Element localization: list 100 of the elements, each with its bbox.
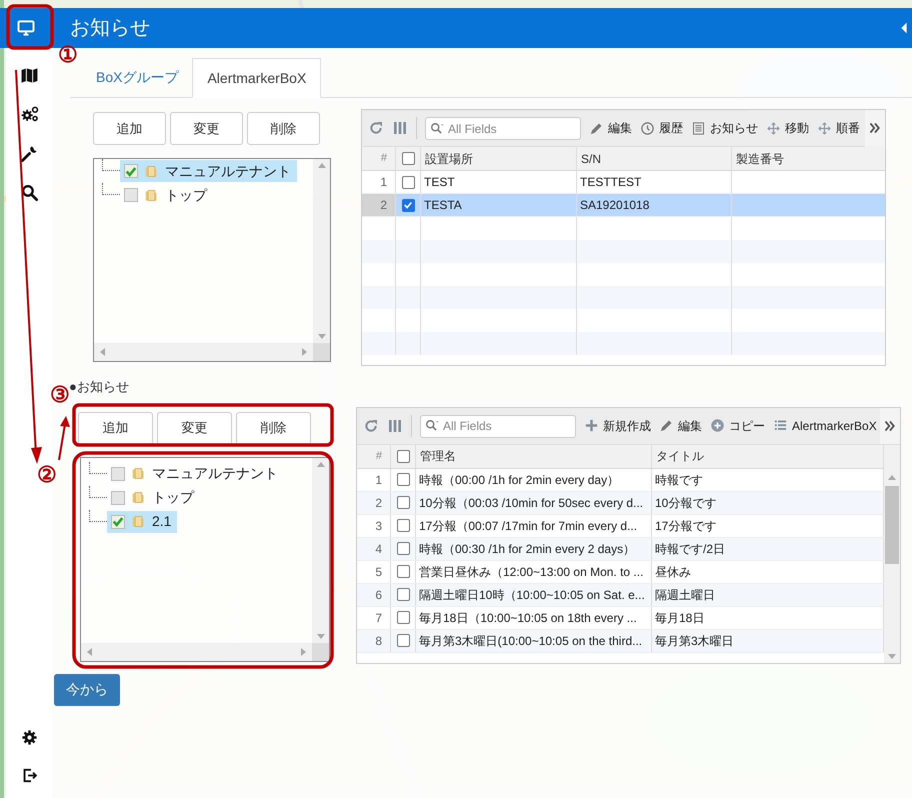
checkbox[interactable]	[124, 188, 138, 202]
table-row[interactable]: 8 毎月第3木曜日(10:00~10:05 on the third... 毎月第3木曜日	[357, 630, 884, 652]
toolbar-button[interactable]: お知らせ	[691, 119, 758, 137]
checkbox[interactable]	[396, 496, 410, 509]
folder-icon	[144, 164, 159, 178]
document-icon	[691, 120, 706, 136]
vertical-scrollbar[interactable]	[313, 159, 330, 343]
row-number: 4	[357, 538, 391, 560]
refresh-icon	[363, 418, 379, 434]
scroll-right-icon[interactable]	[301, 648, 306, 656]
table-cell-text: 隔週土曜日10時（10:00~10:05 on Sat. e...	[419, 586, 645, 604]
toolbar-button[interactable]: 編集	[589, 119, 632, 137]
now-button[interactable]: 今から	[54, 674, 120, 706]
checkbox[interactable]	[396, 611, 410, 624]
action-button[interactable]: 削除	[247, 112, 320, 145]
checkbox[interactable]	[111, 490, 125, 504]
table-cell-text: 営業日昼休み（12:00~13:00 on Mon. to ...	[419, 564, 644, 580]
scroll-right-icon[interactable]	[302, 348, 307, 356]
more-button[interactable]	[865, 110, 885, 146]
pencil-icon	[589, 120, 604, 136]
pencil-icon	[659, 418, 674, 433]
scroll-down-icon[interactable]	[318, 334, 326, 339]
refresh-button[interactable]	[363, 418, 379, 434]
scroll-up-icon[interactable]	[318, 163, 326, 168]
table-cell-text: 時報です	[655, 472, 703, 488]
tab[interactable]: AlertmarkerBoX	[192, 58, 322, 98]
checkbox[interactable]	[396, 565, 410, 578]
row-number: 8	[357, 630, 391, 652]
checkbox[interactable]	[402, 176, 414, 188]
table-row[interactable]: 2 10分報（00:03 /10min for 50sec every d... 10分報です	[357, 492, 884, 514]
toolbar-button[interactable]: 移動	[766, 119, 809, 137]
vertical-scrollbar[interactable]	[884, 444, 900, 662]
toolbar-button[interactable]: 編集	[659, 416, 702, 434]
checkbox[interactable]	[396, 634, 410, 647]
checkbox[interactable]	[402, 198, 414, 212]
search-icon	[430, 122, 444, 136]
table-cell-text: 毎月第3木曜日	[655, 632, 734, 650]
checkbox[interactable]	[111, 466, 125, 480]
tree-node[interactable]: トップ	[107, 486, 200, 508]
action-button[interactable]: 追加	[93, 112, 166, 145]
column-header: 管理名	[416, 444, 652, 468]
columns-button[interactable]	[392, 120, 408, 136]
checkbox[interactable]	[396, 588, 410, 601]
horizontal-scrollbar[interactable]	[81, 642, 312, 660]
table-cell-text: 隔週土曜日	[655, 586, 715, 604]
tree-node[interactable]: マニュアルテナント	[107, 462, 284, 484]
folder-icon	[144, 188, 159, 202]
table-row[interactable]: 1 TEST TESTTEST	[362, 171, 885, 194]
tree-node[interactable]: トップ	[120, 184, 213, 206]
action-button[interactable]: 変更	[170, 112, 243, 145]
checkbox[interactable]	[402, 152, 414, 165]
horizontal-scrollbar[interactable]	[94, 343, 313, 361]
action-button[interactable]: 変更	[157, 412, 232, 444]
scroll-down-icon[interactable]	[316, 634, 324, 638]
search-field[interactable]: All Fields	[420, 414, 576, 438]
more-button[interactable]	[880, 408, 900, 444]
scroll-up-icon[interactable]	[888, 474, 896, 480]
wrench-icon	[20, 144, 38, 163]
checkbox[interactable]	[396, 450, 410, 462]
checkbox[interactable]	[396, 519, 410, 532]
scroll-left-icon[interactable]	[100, 348, 105, 356]
checkbox[interactable]	[124, 164, 138, 178]
action-button[interactable]: 削除	[236, 412, 311, 444]
table-row[interactable]: 2 TESTA SA19201018	[362, 194, 885, 217]
table-row[interactable]: 7 毎月18日（10:00~10:05 on 18th every ... 毎月18日	[357, 606, 884, 630]
tab[interactable]: BoXグループ	[82, 57, 192, 97]
scroll-down-icon[interactable]	[888, 654, 896, 658]
row-number: 7	[357, 606, 391, 628]
page-title: お知らせ	[70, 16, 150, 41]
scroll-up-icon[interactable]	[316, 462, 324, 466]
tree-node[interactable]: マニュアルテナント	[120, 160, 297, 182]
toolbar-button[interactable]: コピー	[710, 416, 765, 434]
scroll-left-icon[interactable]	[87, 648, 92, 656]
checkbox[interactable]	[111, 514, 125, 528]
toolbar-button[interactable]: AlertmarkerBoX	[773, 416, 877, 434]
tree-node[interactable]: 2.1	[107, 510, 178, 532]
step-number: ③	[50, 384, 70, 406]
table-row[interactable]: 6 隔週土曜日10時（10:00~10:05 on Sat. e... 隔週土曜日	[357, 584, 884, 606]
table-row[interactable]: 5 営業日昼休み（12:00~13:00 on Mon. to ... 昼休み	[357, 560, 884, 584]
table-row[interactable]: 1 時報（00:00 /1h for 2min every day） 時報です	[357, 468, 884, 492]
table-row[interactable]: 3 17分報（00:07 /17min for 7min every d... 17分報です	[357, 514, 884, 538]
checkbox[interactable]	[396, 473, 410, 486]
table-row[interactable]: 4 時報（00:30 /1h for 2min every 2 days） 時報です/2日	[357, 538, 884, 560]
plus-circle-icon	[710, 418, 725, 433]
vertical-scrollbar[interactable]	[312, 458, 329, 642]
columns-icon	[387, 418, 403, 434]
checkbox[interactable]	[396, 542, 410, 555]
columns-button[interactable]	[387, 418, 403, 434]
search-field[interactable]: All Fields	[425, 117, 581, 140]
table-cell-text: 時報（00:30 /1h for 2min every 2 days）	[419, 540, 636, 558]
toolbar-button[interactable]: 履歴	[640, 119, 683, 137]
refresh-button[interactable]	[368, 120, 384, 136]
toolbar-button[interactable]: 新規作成	[584, 416, 651, 434]
highlight-frame	[6, 4, 54, 50]
scroll-thumb[interactable]	[885, 486, 899, 564]
action-button[interactable]: 追加	[78, 412, 153, 444]
table-cell-text: TESTTEST	[580, 174, 642, 191]
toolbar-button[interactable]: 順番	[817, 119, 860, 137]
map-icon	[20, 66, 38, 85]
section-label: ●お知らせ	[69, 378, 130, 396]
